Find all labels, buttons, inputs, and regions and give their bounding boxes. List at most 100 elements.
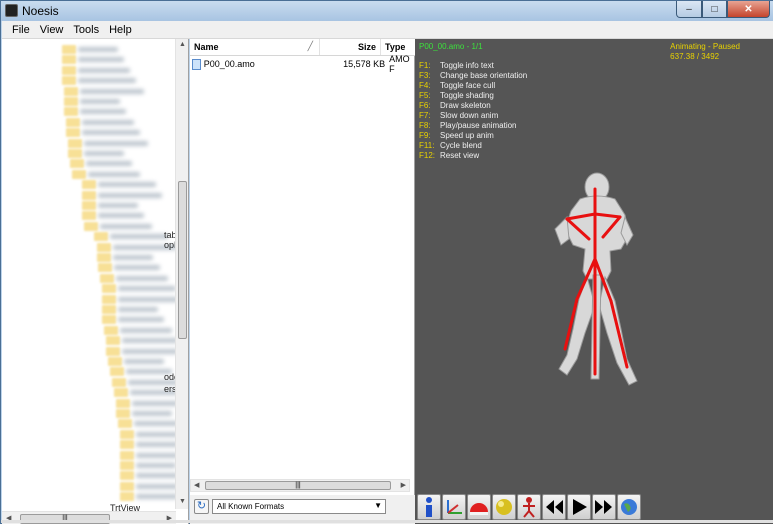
tree-node[interactable] — [2, 138, 172, 148]
tree-node[interactable] — [2, 294, 178, 304]
skeleton-button[interactable] — [517, 494, 541, 520]
globe-button[interactable] — [617, 494, 641, 520]
tree-node[interactable] — [2, 388, 178, 398]
tree-node[interactable] — [2, 346, 178, 356]
scroll-left-icon[interactable]: ◀ — [194, 481, 199, 489]
menu-help[interactable]: Help — [104, 24, 137, 36]
tree-node[interactable] — [2, 263, 172, 273]
tree-node[interactable] — [2, 169, 172, 179]
tree-node[interactable] — [2, 492, 178, 502]
folder-icon — [82, 190, 96, 200]
folder-tree[interactable]: tab opF ode ers TrtView ▲ ▼ ◀ ||| ▶ — [2, 39, 189, 524]
axes-button[interactable] — [442, 494, 466, 520]
rewind-button[interactable] — [542, 494, 566, 520]
sphere-button[interactable] — [492, 494, 516, 520]
tree-node[interactable] — [2, 450, 178, 460]
sort-indicator-icon: ╱ — [307, 41, 313, 51]
format-filter-select[interactable]: All Known Formats ▼ — [212, 499, 386, 514]
dome-button[interactable] — [467, 494, 491, 520]
tree-node[interactable] — [2, 367, 172, 377]
app-icon — [5, 4, 18, 17]
tree-node[interactable] — [2, 398, 178, 408]
tree-node[interactable] — [2, 232, 172, 242]
column-type[interactable]: Type — [381, 39, 415, 55]
tree-node[interactable] — [2, 471, 178, 481]
tree-node[interactable] — [2, 107, 172, 117]
scroll-up-icon[interactable]: ▲ — [178, 41, 187, 50]
refresh-button[interactable]: ↻ — [194, 499, 209, 514]
shortcut-row: F11: Cycle blend — [419, 141, 482, 150]
fast-forward-button[interactable] — [592, 494, 616, 520]
tree-node[interactable] — [2, 336, 178, 346]
close-button[interactable]: ✕ — [727, 1, 770, 18]
folder-icon — [106, 346, 120, 356]
tree-node[interactable] — [2, 461, 176, 470]
tree-node[interactable] — [2, 429, 178, 439]
tree-node[interactable] — [2, 65, 172, 75]
menu-view[interactable]: View — [35, 24, 69, 36]
tree-node[interactable] — [2, 128, 172, 138]
tree-node-label — [98, 182, 156, 188]
tree-node[interactable] — [2, 86, 172, 96]
file-row[interactable]: P00_00.amo 15,578 KB AMO F — [192, 54, 414, 74]
tree-node-label — [122, 348, 178, 354]
tree-node[interactable] — [2, 409, 172, 418]
tree-node-label — [114, 265, 160, 271]
menu-file[interactable]: File — [7, 24, 35, 36]
tree-node[interactable] — [2, 117, 172, 127]
tree-node[interactable] — [2, 253, 172, 262]
tree-node[interactable] — [2, 201, 172, 210]
viewport-toolbar — [417, 493, 641, 521]
folder-icon — [97, 242, 111, 252]
model-viewport[interactable]: P00_00.amo - 1/1 Animating - Paused 637.… — [415, 39, 773, 524]
scroll-thumb[interactable] — [178, 181, 187, 339]
scroll-down-icon[interactable]: ▼ — [178, 498, 187, 507]
tree-node-label — [136, 431, 178, 437]
tree-node[interactable] — [2, 55, 172, 65]
file-list-horizontal-scrollbar[interactable]: ◀ ||| ▶ — [190, 479, 410, 492]
fast-forward-icon — [595, 500, 612, 514]
menu-bar: File View Tools Help — [2, 21, 773, 39]
tree-node[interactable] — [2, 211, 172, 221]
tree-node-label — [118, 286, 176, 292]
tree-node-label — [78, 57, 124, 63]
tree-node[interactable] — [2, 440, 178, 450]
tree-node[interactable] — [2, 76, 172, 86]
column-name[interactable]: Name ╱ — [190, 39, 320, 55]
tree-node[interactable] — [2, 377, 178, 387]
tree-node-label — [118, 296, 178, 302]
tree-node-label — [82, 119, 134, 125]
tree-node[interactable] — [2, 315, 172, 325]
tree-node-label — [84, 151, 124, 156]
tree-node[interactable] — [2, 180, 172, 190]
tree-node[interactable] — [2, 284, 176, 294]
scroll-thumb[interactable]: ||| — [205, 481, 391, 490]
tree-node-label — [122, 338, 178, 344]
tree-node[interactable] — [2, 97, 172, 106]
tree-node[interactable] — [2, 221, 172, 231]
tree-node[interactable] — [2, 159, 172, 169]
globe-icon — [621, 499, 637, 515]
folder-icon — [100, 273, 114, 283]
tree-node[interactable] — [2, 190, 172, 200]
menu-tools[interactable]: Tools — [68, 24, 104, 36]
tree-node[interactable] — [2, 305, 172, 314]
scroll-right-icon[interactable]: ▶ — [401, 481, 406, 489]
shortcut-row: F9: Speed up anim — [419, 131, 494, 140]
tree-node[interactable] — [2, 242, 177, 252]
info-button[interactable] — [417, 494, 441, 520]
column-size[interactable]: Size — [320, 39, 381, 55]
maximize-button[interactable]: □ — [702, 1, 727, 18]
tree-node[interactable] — [2, 45, 172, 54]
tree-node[interactable] — [2, 419, 178, 429]
folder-icon — [110, 367, 124, 377]
play-button[interactable] — [567, 494, 591, 520]
tree-node[interactable] — [2, 325, 172, 335]
folder-icon — [106, 336, 120, 346]
minimize-button[interactable]: ‒ — [676, 1, 702, 18]
tree-node[interactable] — [2, 273, 172, 283]
tree-node[interactable] — [2, 149, 172, 158]
tree-node[interactable] — [2, 357, 172, 366]
tree-vertical-scrollbar[interactable]: ▲ ▼ — [175, 39, 188, 509]
tree-node[interactable] — [2, 481, 178, 491]
